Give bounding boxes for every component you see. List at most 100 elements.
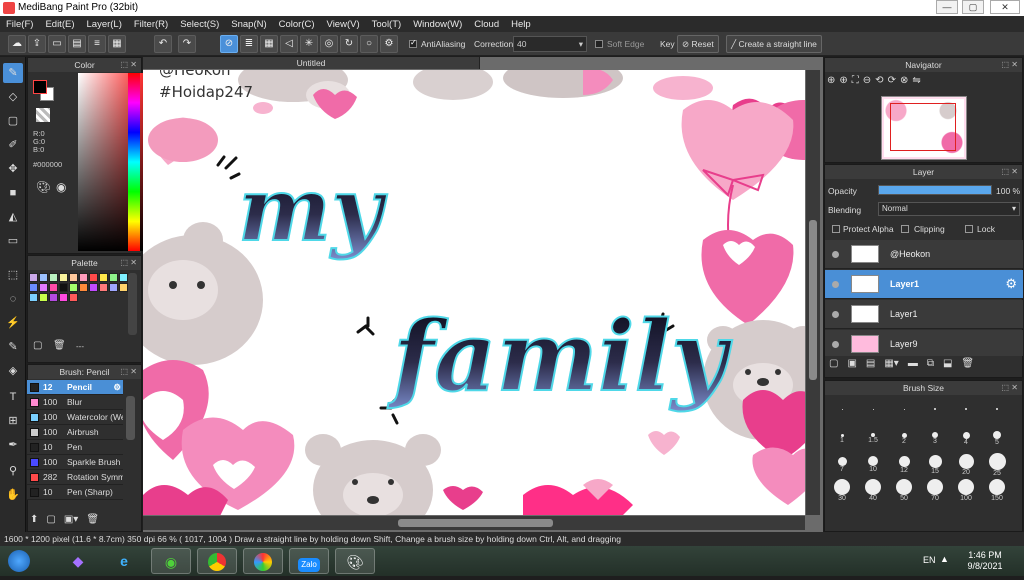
eye-icon[interactable] [832,251,839,258]
brush-size-option[interactable]: 4 [951,427,981,453]
brush-size-option[interactable]: 1 [827,427,857,453]
bucket-tool-icon[interactable]: ◭ [3,207,23,227]
protect-alpha-checkbox[interactable] [832,225,840,233]
new-halftone-layer-icon[interactable]: ▣ [847,358,856,374]
page-settings-icon[interactable]: ▦ [108,35,126,53]
zoom-in-icon[interactable]: ⊕ [839,75,847,93]
palette-swatch[interactable] [109,273,118,282]
magic-wand-icon[interactable]: ⚡ [3,313,23,333]
layer-row[interactable]: Layer9 [825,330,1023,356]
brush-copy-icon[interactable]: ▣▾ [64,514,78,525]
palette-swatch[interactable] [79,273,88,282]
brush-tool-icon[interactable]: ✎ [3,63,23,83]
new-8bit-layer-icon[interactable]: ▤ [866,358,875,374]
rotate-left-icon[interactable]: ⟲ [875,75,883,93]
list-icon[interactable]: ≡ [88,35,106,53]
snap-circle-icon[interactable]: ◎ [320,35,338,53]
straight-line-button[interactable]: ╱ Create a straight line [726,35,822,53]
brush-size-option[interactable] [889,401,919,427]
palette-swatch[interactable] [59,273,68,282]
select-eraser-icon[interactable]: ◈ [3,361,23,381]
share-icon[interactable]: ⇪ [28,35,46,53]
language-indicator[interactable]: EN [923,555,936,565]
undo-icon[interactable]: ↶ [154,35,172,53]
brush-scrollbar[interactable] [126,396,135,440]
medibang-app[interactable]: 🎨︎ [335,548,375,574]
reset-view-icon[interactable]: ⊗ [900,75,908,93]
brush-size-option[interactable]: 25 [982,453,1012,479]
brush-size-option[interactable]: 10 [858,453,888,479]
horizontal-scrollbar[interactable] [143,516,805,530]
palette-swatch[interactable] [29,293,38,302]
eraser-tool-icon[interactable]: ◇ [3,87,23,107]
palette-swatch[interactable] [89,273,98,282]
snap-off-icon[interactable]: ⊘ [220,35,238,53]
layer-row[interactable]: Layer1 ⚙ [825,270,1023,299]
eye-icon[interactable] [832,311,839,318]
panel-buttons-icon[interactable]: ⬚ ✕ [1002,58,1018,72]
palette-swatch[interactable] [49,283,58,292]
select-tool-icon[interactable]: ⬚ [3,265,23,285]
brush-size-option[interactable]: 50 [889,479,919,505]
brush-item[interactable]: 10 Pen (Sharp) [27,485,123,500]
page-icon[interactable]: ▤ [68,35,86,53]
brush-size-option[interactable]: 20 [951,453,981,479]
palette-swatch[interactable] [59,283,68,292]
zoom-fit-icon[interactable]: ⊕ [827,75,835,93]
brush-item[interactable]: 100 Blur [27,395,123,410]
menu-file[interactable]: File(F) [6,19,33,30]
panel-buttons-icon[interactable]: ⬚ ✕ [121,58,137,72]
palette-swatch[interactable] [79,283,88,292]
palette-swatch[interactable] [99,283,108,292]
palette-swatch[interactable] [29,283,38,292]
flip-icon[interactable]: ⇋ [912,75,920,93]
palette-swatch[interactable] [49,293,58,302]
brush-size-option[interactable]: 100 [951,479,981,505]
menu-select[interactable]: Select(S) [180,19,219,30]
brush-item[interactable]: 282 Rotation Symmetry [27,470,123,485]
soft-edge-checkbox[interactable] [595,40,603,48]
eye-icon[interactable] [832,281,839,288]
menu-view[interactable]: View(V) [327,19,360,30]
panel-buttons-icon[interactable]: ⬚ ✕ [121,365,137,379]
hue-slider[interactable] [128,73,140,251]
color-app[interactable] [243,548,283,574]
palette-swatch[interactable] [69,273,78,282]
fill-rect-tool-icon[interactable]: ■ [3,183,23,203]
delete-palette-icon[interactable]: 🗑︎ [53,340,66,351]
gradient-tool-icon[interactable]: ▭ [3,231,23,251]
menu-edit[interactable]: Edit(E) [45,19,74,30]
panel-buttons-icon[interactable]: ⬚ ✕ [121,256,137,270]
vertical-scrollbar[interactable] [806,70,820,515]
color-settings-icon[interactable]: ◉ [56,180,66,194]
palette-swatch[interactable] [39,283,48,292]
blending-select[interactable]: Normal ▾ [878,202,1020,216]
add-palette-icon[interactable]: ▢ [33,340,42,351]
correction-select[interactable]: 40 ▾ [513,36,587,52]
rotate-right-icon[interactable]: ⟳ [888,75,896,93]
brush-size-option[interactable] [982,401,1012,427]
brush-size-option[interactable] [920,401,950,427]
brush-item[interactable]: 10 Pen [27,440,123,455]
tray-arrow-icon[interactable]: ▲ [940,554,949,564]
palette-more[interactable]: --- [76,342,84,351]
close-button[interactable]: ✕ [990,0,1020,14]
brush-size-option[interactable]: 40 [858,479,888,505]
antialiasing-checkbox[interactable] [409,38,417,48]
minimize-button[interactable]: — [936,0,958,14]
brush-size-option[interactable]: 3 [920,427,950,453]
menu-cloud[interactable]: Cloud [474,19,499,30]
clipping-checkbox[interactable] [901,225,909,233]
document-tab[interactable]: Untitled [143,57,480,69]
snap-radial-icon[interactable]: ✳ [300,35,318,53]
brush-new-icon[interactable]: ▢ [46,514,55,525]
lock-checkbox[interactable] [965,225,973,233]
lasso-tool-icon[interactable]: ◌ [3,289,23,309]
windows-start-button[interactable] [2,548,36,574]
brush-size-option[interactable]: 12 [889,453,919,479]
panel-buttons-icon[interactable]: ⬚ ✕ [1002,381,1018,395]
new-layer-icon[interactable]: ▢ [829,358,838,374]
brush-delete-icon[interactable]: 🗑︎ [86,514,99,525]
delete-layer-icon[interactable]: 🗑︎ [961,358,974,374]
palette-swatch[interactable] [49,273,58,282]
